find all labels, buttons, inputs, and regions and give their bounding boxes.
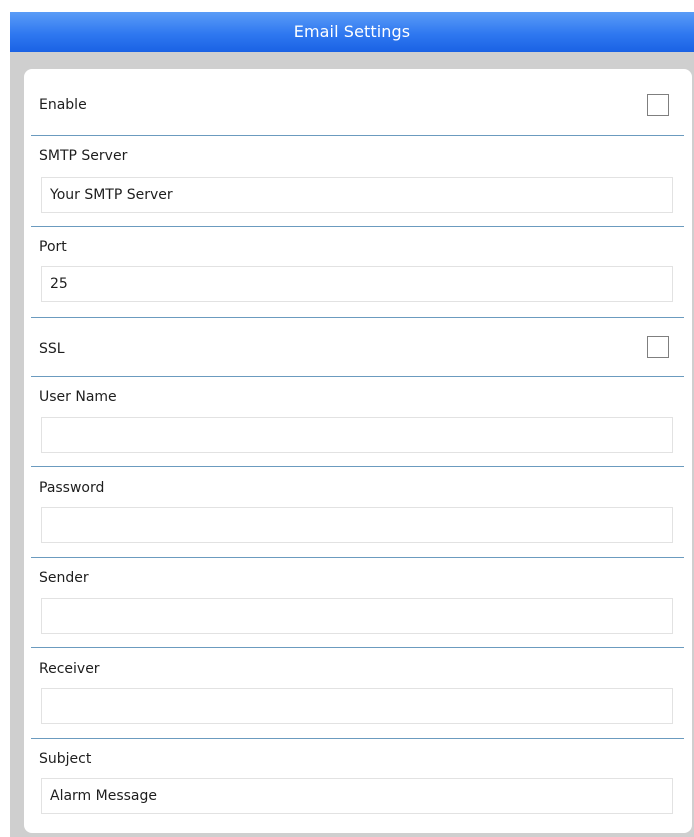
password-field[interactable]: [41, 507, 673, 543]
user-name-label: User Name: [39, 389, 117, 405]
subject-row: Subject: [24, 739, 692, 833]
enable-row: Enable: [24, 69, 692, 137]
user-name-row: User Name: [24, 377, 692, 467]
sender-row: Sender: [24, 558, 692, 648]
page-title: Email Settings: [293, 22, 411, 41]
user-name-field[interactable]: [41, 417, 673, 453]
title-bar: Email Settings: [10, 12, 694, 52]
sender-field[interactable]: [41, 598, 673, 634]
sender-label: Sender: [39, 570, 89, 586]
ssl-checkbox[interactable]: [647, 336, 669, 358]
receiver-label: Receiver: [39, 661, 100, 677]
enable-checkbox[interactable]: [647, 94, 669, 116]
password-label: Password: [39, 480, 105, 496]
settings-card: Enable SMTP Server Port SSL User Name: [24, 69, 692, 833]
ssl-row: SSL: [24, 318, 692, 376]
port-label: Port: [39, 239, 67, 255]
subject-label: Subject: [39, 751, 92, 767]
smtp-server-label: SMTP Server: [39, 148, 128, 164]
email-settings-screen: Email Settings Enable SMTP Server Port S…: [0, 0, 694, 837]
receiver-field[interactable]: [41, 688, 673, 724]
smtp-server-row: SMTP Server: [24, 136, 692, 226]
enable-label: Enable: [39, 97, 87, 113]
receiver-row: Receiver: [24, 648, 692, 738]
port-field[interactable]: [41, 266, 673, 302]
port-row: Port: [24, 227, 692, 317]
ssl-label: SSL: [39, 341, 65, 357]
smtp-server-field[interactable]: [41, 177, 673, 213]
subject-field[interactable]: [41, 778, 673, 814]
password-row: Password: [24, 467, 692, 557]
